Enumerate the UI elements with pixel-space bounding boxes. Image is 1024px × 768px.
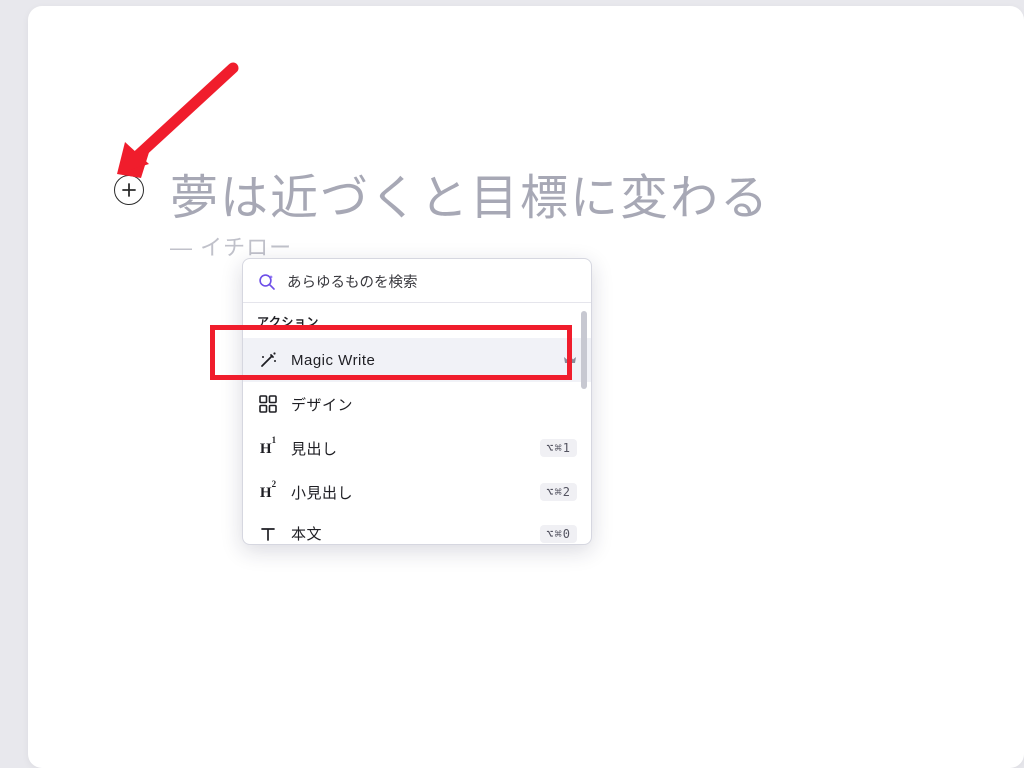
plus-icon — [121, 182, 137, 198]
document-card: 夢は近づくと目標に変わる — イチロー あらゆるものを検索 アクション — [28, 6, 1024, 768]
page-title-placeholder[interactable]: 夢は近づくと目標に変わる — [170, 158, 770, 228]
menu-section-label: アクション — [243, 303, 591, 338]
block-insert-menu: あらゆるものを検索 アクション Magic Write — [242, 258, 592, 545]
shortcut-badge: ⌥⌘0 — [540, 525, 577, 543]
menu-item-label: 本文 — [291, 523, 528, 544]
menu-scrollbar[interactable] — [581, 311, 587, 539]
menu-item-label: 小見出し — [291, 482, 528, 503]
menu-item-magic-write[interactable]: Magic Write — [243, 338, 591, 382]
h2-icon: H2 — [257, 481, 279, 503]
menu-search-row[interactable]: あらゆるものを検索 — [243, 259, 591, 302]
menu-item-design[interactable]: デザイン — [243, 382, 591, 426]
add-block-button[interactable] — [114, 175, 144, 205]
menu-search-placeholder: あらゆるものを検索 — [287, 271, 418, 292]
menu-list: Magic Write デザイン — [243, 338, 591, 544]
shortcut-badge: ⌥⌘2 — [540, 483, 577, 501]
wand-icon — [257, 349, 279, 371]
menu-item-heading[interactable]: H1 見出し ⌥⌘1 — [243, 426, 591, 470]
h1-icon: H1 — [257, 437, 279, 459]
menu-item-subheading[interactable]: H2 小見出し ⌥⌘2 — [243, 470, 591, 514]
menu-item-label: Magic Write — [291, 352, 551, 369]
grid-icon — [257, 393, 279, 415]
menu-item-body-text[interactable]: 本文 ⌥⌘0 — [243, 514, 591, 544]
menu-item-label: 見出し — [291, 438, 528, 459]
crown-icon — [563, 353, 577, 367]
menu-item-label: デザイン — [291, 394, 577, 415]
shortcut-badge: ⌥⌘1 — [540, 439, 577, 457]
text-icon — [257, 523, 279, 545]
sparkle-search-icon — [257, 272, 277, 292]
scrollbar-thumb[interactable] — [581, 311, 587, 389]
